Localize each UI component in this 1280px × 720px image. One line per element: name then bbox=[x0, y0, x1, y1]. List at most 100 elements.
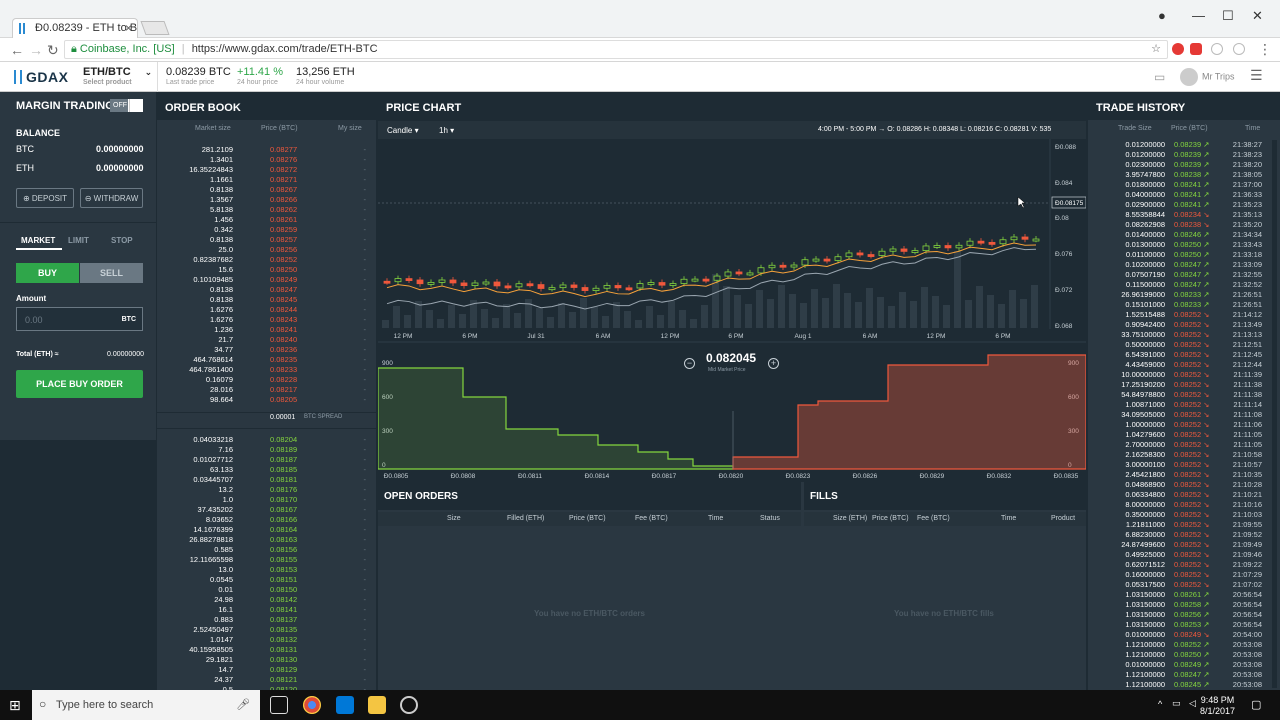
maximize-icon[interactable]: ☐ bbox=[1222, 8, 1234, 24]
order-book-row[interactable]: 7.16 0.08189 - bbox=[157, 445, 376, 455]
order-book-row[interactable]: 12.11665598 0.08155 - bbox=[157, 555, 376, 565]
order-book-row[interactable]: 0.8138 0.08247 - bbox=[157, 285, 376, 295]
order-book-row[interactable]: 24.98 0.08142 - bbox=[157, 595, 376, 605]
sell-button[interactable]: SELL bbox=[80, 263, 143, 283]
order-book-row[interactable]: 0.0545 0.08151 - bbox=[157, 575, 376, 585]
order-book-row[interactable]: 1.0147 0.08132 - bbox=[157, 635, 376, 645]
order-book-row[interactable]: 0.82387682 0.08252 - bbox=[157, 255, 376, 265]
order-book-row[interactable]: 1.456 0.08261 - bbox=[157, 215, 376, 225]
order-book-row[interactable]: 0.8138 0.08267 - bbox=[157, 185, 376, 195]
notifications-icon[interactable]: ▢ bbox=[1251, 698, 1261, 711]
order-book-row[interactable]: 1.1661 0.08271 - bbox=[157, 175, 376, 185]
microphone-icon[interactable]: 🎤︎ bbox=[236, 698, 250, 711]
taskbar-search-input[interactable]: ○ Type here to search 🎤︎ bbox=[32, 690, 260, 720]
order-book-row[interactable]: 37.435202 0.08167 - bbox=[157, 505, 376, 515]
order-book-row[interactable]: 29.1821 0.08130 - bbox=[157, 655, 376, 665]
order-book-row[interactable]: 0.8138 0.08245 - bbox=[157, 295, 376, 305]
order-book-row[interactable]: 1.6276 0.08244 - bbox=[157, 305, 376, 315]
close-tab-icon[interactable]: × bbox=[125, 21, 132, 35]
tab-market[interactable]: MARKET bbox=[21, 236, 55, 245]
order-book-row[interactable]: 0.03445707 0.08181 - bbox=[157, 475, 376, 485]
order-book-row[interactable]: 25.0 0.08256 - bbox=[157, 245, 376, 255]
browser-tab[interactable]: Ð0.08239 - ETH to BTC E × bbox=[12, 18, 138, 38]
order-book-row[interactable]: 281.2109 0.08277 - bbox=[157, 145, 376, 155]
zoom-in-icon[interactable]: + bbox=[768, 353, 779, 371]
order-book-row[interactable]: 0.04033218 0.08204 - bbox=[157, 435, 376, 445]
order-book-row[interactable]: 5.8138 0.08262 - bbox=[157, 205, 376, 215]
chart-type-select[interactable]: Candle ▾ bbox=[387, 126, 419, 135]
menu-icon[interactable]: ⋮ bbox=[1258, 41, 1272, 58]
extension-icon[interactable] bbox=[1190, 43, 1202, 55]
order-book-row[interactable]: 1.236 0.08241 - bbox=[157, 325, 376, 335]
order-book-row[interactable]: 13.2 0.08176 - bbox=[157, 485, 376, 495]
windows-start-icon[interactable]: ⊞ bbox=[9, 697, 21, 714]
order-book-row[interactable]: 63.133 0.08185 - bbox=[157, 465, 376, 475]
order-book-row[interactable]: 0.01027712 0.08187 - bbox=[157, 455, 376, 465]
network-icon[interactable]: ▭ bbox=[1172, 698, 1181, 709]
order-book-row[interactable]: 26.88278818 0.08163 - bbox=[157, 535, 376, 545]
extension-icon[interactable] bbox=[1233, 43, 1245, 55]
order-book-row[interactable]: 14.7 0.08129 - bbox=[157, 665, 376, 675]
amount-input[interactable]: 0.00 BTC bbox=[16, 307, 143, 331]
order-book-row[interactable]: 13.0 0.08153 - bbox=[157, 565, 376, 575]
order-book-row[interactable]: 464.768614 0.08235 - bbox=[157, 355, 376, 365]
withdraw-button[interactable]: ⊖ WITHDRAW bbox=[80, 188, 143, 208]
order-book-row[interactable]: 0.883 0.08137 - bbox=[157, 615, 376, 625]
star-icon[interactable]: ☆ bbox=[1151, 42, 1161, 55]
place-buy-order-button[interactable]: PLACE BUY ORDER bbox=[16, 370, 143, 398]
extension-icon[interactable] bbox=[1211, 43, 1223, 55]
tab-stop[interactable]: STOP bbox=[111, 236, 133, 245]
address-input[interactable]: 🔒︎ Coinbase, Inc. [US] | https://www.gda… bbox=[64, 40, 1168, 59]
order-book-row[interactable]: 1.0 0.08170 - bbox=[157, 495, 376, 505]
profile-icon[interactable]: ● bbox=[1158, 8, 1166, 23]
tray-arrow-icon[interactable]: ^ bbox=[1158, 699, 1162, 709]
gdax-logo[interactable]: GDAX bbox=[14, 69, 68, 85]
volume-icon[interactable]: ◁ bbox=[1189, 698, 1196, 709]
user-menu[interactable]: Mr Trips bbox=[1180, 68, 1235, 86]
order-book-row[interactable]: 21.7 0.08240 - bbox=[157, 335, 376, 345]
order-book-row[interactable]: 1.6276 0.08243 - bbox=[157, 315, 376, 325]
new-tab-button[interactable] bbox=[140, 21, 170, 35]
order-book-row[interactable]: 0.342 0.08259 - bbox=[157, 225, 376, 235]
close-window-icon[interactable]: ✕ bbox=[1252, 8, 1263, 24]
product-selector[interactable]: ETH/BTC ⌄ Select product bbox=[83, 66, 152, 86]
back-icon[interactable]: ← bbox=[10, 42, 24, 58]
chat-icon[interactable]: ▭ bbox=[1154, 70, 1165, 84]
forward-icon[interactable]: → bbox=[29, 42, 43, 58]
order-book-row[interactable]: 0.8138 0.08257 - bbox=[157, 235, 376, 245]
margin-toggle[interactable]: OFF bbox=[110, 99, 143, 112]
order-book-row[interactable]: 16.1 0.08141 - bbox=[157, 605, 376, 615]
order-book-row[interactable]: 24.37 0.08121 - bbox=[157, 675, 376, 685]
order-book-row[interactable]: 0.10109485 0.08249 - bbox=[157, 275, 376, 285]
buy-button[interactable]: BUY bbox=[16, 263, 79, 283]
app-icon[interactable] bbox=[400, 696, 418, 714]
scrollbar[interactable] bbox=[1272, 140, 1277, 688]
order-book-row[interactable]: 2.52450497 0.08135 - bbox=[157, 625, 376, 635]
tab-limit[interactable]: LIMIT bbox=[68, 236, 89, 245]
order-book-row[interactable]: 15.6 0.08250 - bbox=[157, 265, 376, 275]
order-book-row[interactable]: 0.01 0.08150 - bbox=[157, 585, 376, 595]
hamburger-menu-icon[interactable]: ☰ bbox=[1250, 67, 1263, 84]
order-book-row[interactable]: 34.77 0.08236 - bbox=[157, 345, 376, 355]
edge-icon[interactable] bbox=[336, 696, 354, 714]
order-book-row[interactable]: 8.03652 0.08166 - bbox=[157, 515, 376, 525]
task-view-icon[interactable] bbox=[270, 696, 288, 714]
order-book-row[interactable]: 16.35224843 0.08272 - bbox=[157, 165, 376, 175]
reload-icon[interactable]: ↻ bbox=[47, 42, 59, 59]
file-explorer-icon[interactable] bbox=[368, 696, 386, 714]
minimize-icon[interactable]: — bbox=[1192, 8, 1205, 23]
order-book-row[interactable]: 28.016 0.08217 - bbox=[157, 385, 376, 395]
zoom-out-icon[interactable]: − bbox=[684, 353, 695, 371]
order-book-row[interactable]: 14.1676399 0.08164 - bbox=[157, 525, 376, 535]
deposit-button[interactable]: ⊕ DEPOSIT bbox=[16, 188, 74, 208]
order-book-row[interactable]: 98.664 0.08205 - bbox=[157, 395, 376, 405]
chart-interval-select[interactable]: 1h ▾ bbox=[439, 126, 454, 135]
order-book-row[interactable]: 1.3567 0.08266 - bbox=[157, 195, 376, 205]
price-chart[interactable]: Ð0.088 Ð.084 Ð.08 Ð.076 Ð.072 Ð.068 Ð0.08175 12… bbox=[378, 139, 1086, 482]
order-book-row[interactable]: 464.7861400 0.08233 - bbox=[157, 365, 376, 375]
chrome-icon[interactable] bbox=[303, 696, 321, 714]
taskbar-clock[interactable]: 9:48 PM 8/1/2017 bbox=[1200, 695, 1235, 717]
order-book-row[interactable]: 0.16079 0.08228 - bbox=[157, 375, 376, 385]
extension-icon[interactable] bbox=[1172, 43, 1184, 55]
order-book-row[interactable]: 40.15958505 0.08131 - bbox=[157, 645, 376, 655]
